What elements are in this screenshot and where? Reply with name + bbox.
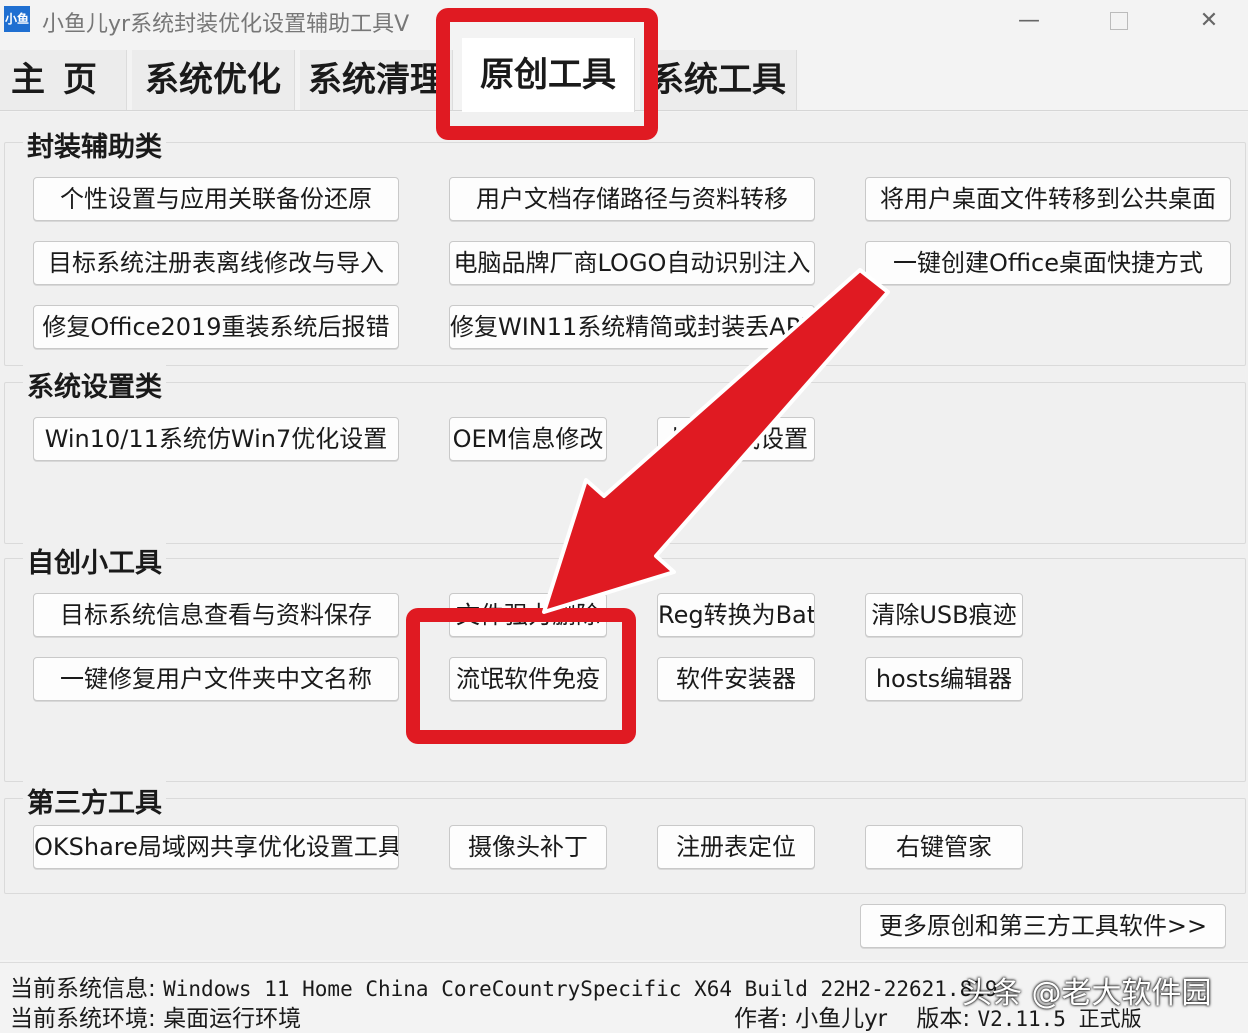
tab-original-tools[interactable]: 原创工具 [462,38,635,112]
red-arrow-icon [542,268,890,614]
